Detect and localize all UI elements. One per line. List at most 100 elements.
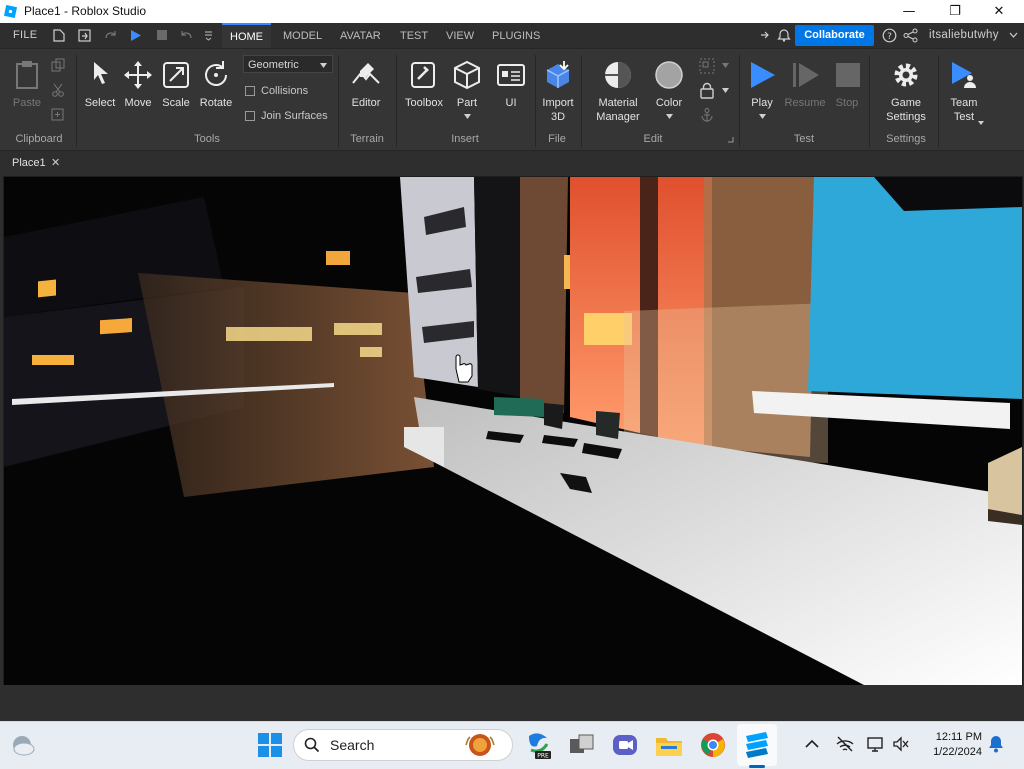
taskbar-search-label: Search xyxy=(330,737,375,753)
tab-view[interactable]: VIEW xyxy=(446,23,474,48)
publish-icon[interactable] xyxy=(78,29,91,42)
weather-cloud-icon[interactable] xyxy=(10,733,36,757)
clock-date: 1/22/2024 xyxy=(933,746,982,758)
import-3d-icon xyxy=(546,61,570,88)
scale-icon xyxy=(163,62,189,88)
chevron-down-icon xyxy=(758,114,766,119)
maximize-button[interactable]: ❐ xyxy=(932,0,978,23)
resume-button[interactable]: Resume xyxy=(783,59,827,110)
anchor-icon[interactable] xyxy=(699,107,715,123)
share-icon[interactable] xyxy=(758,29,771,42)
file-explorer-icon[interactable] xyxy=(654,730,684,760)
collisions-label: Collisions xyxy=(261,85,309,97)
cut-icon[interactable] xyxy=(51,83,65,97)
quick-access-dropdown-icon[interactable] xyxy=(204,31,213,41)
insert-group-label: Insert xyxy=(451,133,479,145)
part-label: Part xyxy=(456,97,478,109)
duplicate-icon[interactable] xyxy=(51,108,65,122)
game-settings-button[interactable]: Game Settings xyxy=(880,59,932,124)
lock-dropdown-chevron-icon[interactable] xyxy=(722,88,729,93)
paste-button[interactable]: Paste xyxy=(8,59,46,110)
taskbar-clock[interactable]: 12:11 PM 1/22/2024 xyxy=(933,730,982,760)
ribbon-separator xyxy=(869,55,870,147)
tab-test[interactable]: TEST xyxy=(400,23,428,48)
play-icon xyxy=(751,62,775,88)
taskbar-search-box[interactable]: Search xyxy=(293,729,513,761)
color-button[interactable]: Color xyxy=(650,59,688,122)
notification-bell-icon[interactable] xyxy=(988,735,1004,753)
task-view-icon[interactable] xyxy=(567,730,597,760)
user-dropdown-chevron-icon[interactable] xyxy=(1009,32,1018,39)
toolbox-button[interactable]: Toolbox xyxy=(401,59,447,110)
undo-icon[interactable] xyxy=(180,29,193,42)
game-settings-label-line1: Game xyxy=(891,97,921,109)
collaborate-button[interactable]: Collaborate xyxy=(795,25,874,46)
scene-render xyxy=(4,177,1022,685)
minimize-button[interactable]: — xyxy=(886,0,932,23)
chevron-down-icon xyxy=(665,114,673,119)
tab-plugins[interactable]: PLUGINS xyxy=(492,23,540,48)
part-button[interactable]: Part xyxy=(449,59,485,122)
tab-home[interactable]: HOME xyxy=(222,23,271,48)
select-button[interactable]: Select xyxy=(82,59,118,110)
team-test-chevron-icon[interactable] xyxy=(978,121,984,125)
join-surfaces-checkbox-box xyxy=(245,111,255,122)
stop-button[interactable]: Stop xyxy=(829,59,865,110)
username-label[interactable]: itsaliebutwhy xyxy=(929,23,999,48)
part-cube-icon xyxy=(454,60,480,90)
roblox-studio-taskbar-icon[interactable] xyxy=(742,730,772,760)
display-icon[interactable] xyxy=(867,736,885,752)
import-3d-button[interactable]: Import 3D xyxy=(537,59,579,124)
lock-icon[interactable] xyxy=(699,82,715,99)
edit-settings-corner-icon[interactable] xyxy=(727,136,734,143)
select-arrow-icon xyxy=(94,62,108,84)
ui-button[interactable]: UI xyxy=(493,59,529,110)
teams-chat-icon[interactable] xyxy=(610,730,640,760)
move-arrows-icon xyxy=(124,61,152,89)
scale-button[interactable]: Scale xyxy=(158,59,194,110)
tools-group-label: Tools xyxy=(194,133,220,145)
transform-mode-dropdown[interactable]: Geometric xyxy=(243,55,333,73)
play-quick-icon[interactable] xyxy=(129,29,142,42)
collisions-checkbox[interactable]: Collisions xyxy=(245,85,308,97)
help-icon[interactable]: ? xyxy=(882,28,897,43)
notifications-bell-icon[interactable] xyxy=(777,28,791,42)
share-network-icon[interactable] xyxy=(903,28,918,43)
ribbon-toolbar: Paste Clipboard Select Move Scale Rotate… xyxy=(0,48,1024,151)
tab-place1[interactable]: Place1 ✕ xyxy=(0,151,70,175)
clipboard-group-label: Clipboard xyxy=(15,133,63,145)
close-button[interactable]: ✕ xyxy=(976,0,1022,23)
roblox-studio-logo-icon xyxy=(4,5,17,18)
tab-avatar[interactable]: AVATAR xyxy=(340,23,381,48)
ui-window-icon xyxy=(497,64,525,86)
tab-model[interactable]: MODEL xyxy=(283,23,322,48)
network-disconnected-icon[interactable] xyxy=(836,736,854,752)
copilot-pre-icon[interactable]: PRE xyxy=(523,730,553,760)
copy-icon[interactable] xyxy=(51,58,65,72)
resume-icon xyxy=(793,63,819,87)
3d-viewport[interactable] xyxy=(3,176,1023,686)
tab-close-icon[interactable]: ✕ xyxy=(51,151,60,175)
play-button[interactable]: Play xyxy=(743,59,781,122)
chrome-icon[interactable] xyxy=(698,730,728,760)
terrain-editor-button[interactable]: Editor xyxy=(344,59,388,110)
stop-quick-icon[interactable] xyxy=(156,29,168,41)
windows-start-icon[interactable] xyxy=(255,730,285,760)
group-icon[interactable] xyxy=(698,57,716,75)
join-surfaces-checkbox[interactable]: Join Surfaces xyxy=(245,110,328,122)
move-button[interactable]: Move xyxy=(120,59,156,110)
show-hidden-icons-chevron-icon[interactable] xyxy=(805,739,819,749)
gear-icon xyxy=(894,63,918,87)
file-menu[interactable]: FILE xyxy=(13,23,37,48)
redo-icon[interactable] xyxy=(104,29,117,42)
new-file-icon[interactable] xyxy=(53,29,65,42)
window-title: Place1 - Roblox Studio xyxy=(24,4,147,18)
team-test-button[interactable]: Team Test xyxy=(944,59,984,124)
chevron-down-icon xyxy=(463,114,471,119)
rotate-button[interactable]: Rotate xyxy=(196,59,236,110)
volume-muted-icon[interactable] xyxy=(892,736,910,752)
paste-icon xyxy=(16,61,38,89)
material-manager-button[interactable]: Material Manager xyxy=(592,59,644,124)
group-dropdown-chevron-icon[interactable] xyxy=(722,63,729,68)
toolbox-label: Toolbox xyxy=(405,97,443,109)
